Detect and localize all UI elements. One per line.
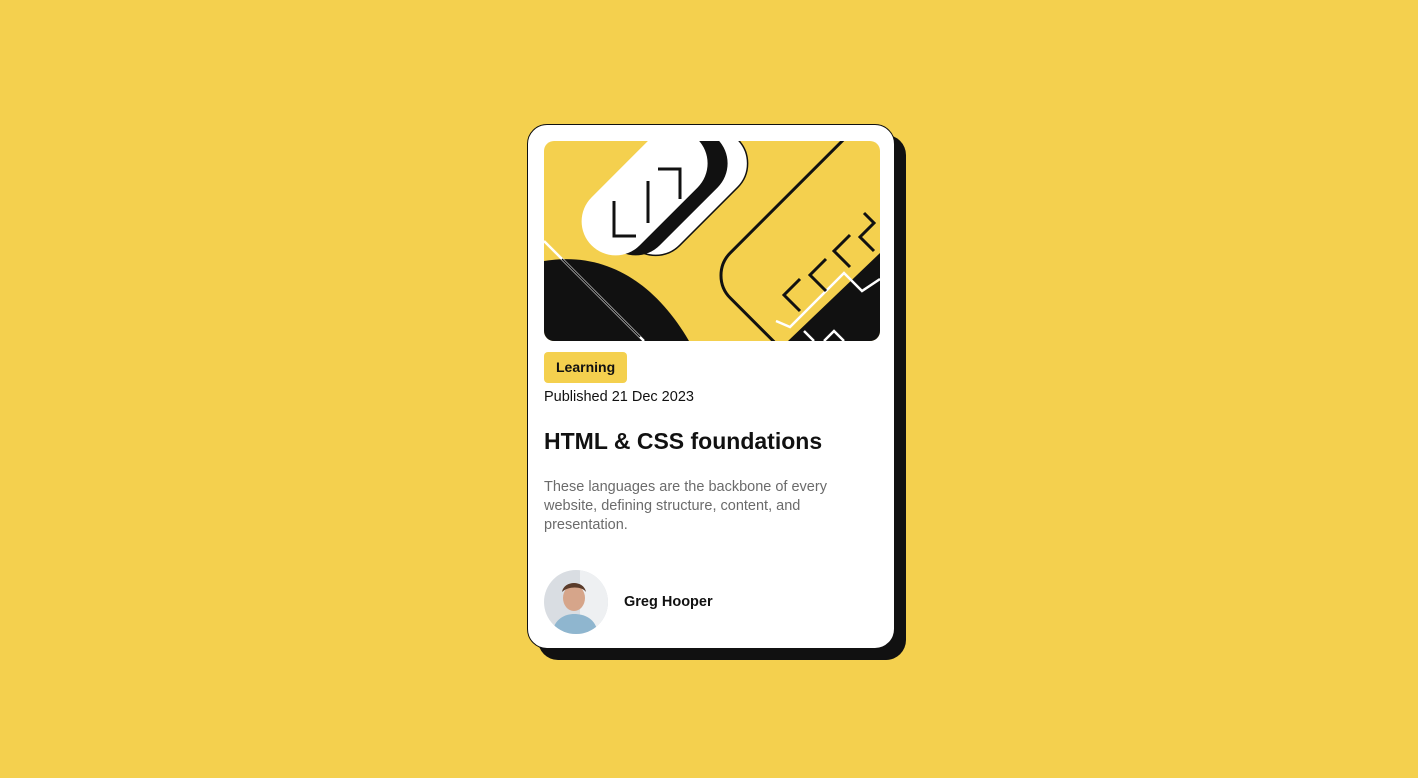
author: Greg Hooper (544, 570, 713, 634)
author-name: Greg Hooper (624, 594, 713, 610)
card-title[interactable]: HTML & CSS foundations (544, 428, 822, 455)
category-tag: Learning (544, 352, 628, 383)
blog-preview-card: Learning Published 21 Dec 2023 HTML & CS… (527, 124, 895, 649)
publish-date: Published 21 Dec 2023 (544, 389, 694, 405)
author-avatar (544, 570, 608, 634)
card-description: These languages are the backbone of ever… (544, 479, 827, 533)
hero-illustration (544, 141, 880, 341)
